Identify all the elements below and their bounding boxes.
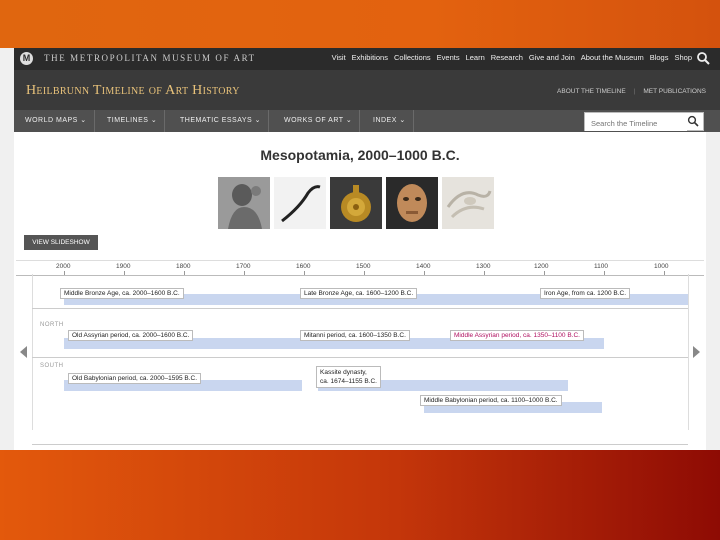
thumbnail-gold-pendant[interactable] xyxy=(330,177,382,229)
period-label-middle-bronze[interactable]: Middle Bronze Age, ca. 2000–1600 B.C. xyxy=(60,288,184,299)
heilbrunn-title[interactable]: Heilbrunn Timeline of Art History xyxy=(26,83,240,99)
tick-label: 1300 xyxy=(476,263,491,270)
thumbnail-winged-relief[interactable] xyxy=(442,177,494,229)
nav-thematic-essays[interactable]: THEMATIC ESSAYS ⌄ xyxy=(173,110,270,132)
met-publications-link[interactable]: MET PUBLICATIONS xyxy=(643,88,706,95)
kassite-line-2: ca. 1674–1155 B.C. xyxy=(320,378,377,385)
tick-label: 1100 xyxy=(594,263,608,270)
timeline: 2000 1900 1800 1700 1600 1500 1400 1300 … xyxy=(16,260,704,430)
region-south: SOUTH xyxy=(40,363,64,369)
tick-mark xyxy=(364,271,365,275)
timeline-previous-arrow[interactable] xyxy=(20,346,27,358)
nav-timelines[interactable]: TIMELINES ⌄ xyxy=(100,110,166,132)
tick-mark xyxy=(124,271,125,275)
tick-label: 1200 xyxy=(534,263,549,270)
met-name[interactable]: THE METROPOLITAN MUSEUM OF ART xyxy=(44,53,256,63)
nav-works-of-art[interactable]: WORKS OF ART ⌄ xyxy=(277,110,361,132)
timeline-ruler: 2000 1900 1800 1700 1600 1500 1400 1300 … xyxy=(16,260,704,276)
row-divider xyxy=(32,357,688,358)
search-icon[interactable] xyxy=(687,115,699,127)
tick-label: 1000 xyxy=(654,263,669,270)
period-label-middle-assyrian[interactable]: Middle Assyrian period, ca. 1350–1100 B.… xyxy=(450,330,584,341)
about-timeline-link[interactable]: ABOUT THE TIMELINE xyxy=(557,88,626,95)
period-label-kassite[interactable]: Kassite dynasty, ca. 1674–1155 B.C. xyxy=(316,366,381,388)
period-label-late-bronze[interactable]: Late Bronze Age, ca. 1600–1200 B.C. xyxy=(300,288,418,299)
met-nav-research[interactable]: Research xyxy=(491,53,523,62)
thumbnail-clay-head[interactable] xyxy=(386,177,438,229)
period-label-iron-age[interactable]: Iron Age, from ca. 1200 B.C. xyxy=(540,288,631,299)
tick-mark xyxy=(664,271,665,275)
slide-background-bottom xyxy=(0,450,720,540)
slide-background-top xyxy=(0,0,720,48)
tick-label: 1900 xyxy=(116,263,131,270)
tick-mark xyxy=(544,271,545,275)
nav-index[interactable]: INDEX ⌄ xyxy=(366,110,414,132)
view-slideshow-button[interactable]: VIEW SLIDESHOW xyxy=(24,235,98,250)
met-nav-exhibitions[interactable]: Exhibitions xyxy=(352,53,388,62)
tick-label: 1400 xyxy=(416,263,431,270)
timeline-search xyxy=(584,112,704,131)
met-nav-visit[interactable]: Visit xyxy=(332,53,346,62)
tick-label: 2000 xyxy=(56,263,71,270)
met-nav-about[interactable]: About the Museum xyxy=(581,53,644,62)
content-footer-divider xyxy=(32,444,688,451)
heilbrunn-header: Heilbrunn Timeline of Art History ABOUT … xyxy=(14,70,720,110)
timeline-left-border xyxy=(32,274,33,430)
page-title: Mesopotamia, 2000–1000 B.C. xyxy=(260,147,460,163)
met-nav-blogs[interactable]: Blogs xyxy=(650,53,669,62)
link-divider: | xyxy=(633,88,636,95)
met-header: M THE METROPOLITAN MUSEUM OF ART Visit E… xyxy=(14,48,720,70)
tick-label: 1600 xyxy=(296,263,311,270)
nav-world-maps[interactable]: WORLD MAPS ⌄ xyxy=(18,110,95,132)
thumbnail-curved-blade[interactable] xyxy=(274,177,326,229)
period-label-old-babylonian[interactable]: Old Babylonian period, ca. 2000–1595 B.C… xyxy=(68,373,202,384)
search-input[interactable] xyxy=(585,116,687,131)
tick-mark xyxy=(64,271,65,275)
tick-mark xyxy=(304,271,305,275)
met-logo[interactable]: M xyxy=(20,52,33,65)
timeline-nav: WORLD MAPS ⌄ TIMELINES ⌄ THEMATIC ESSAYS… xyxy=(14,110,720,132)
timeline-right-border xyxy=(688,274,689,430)
thumbnail-relief-figure[interactable] xyxy=(218,177,270,229)
tick-mark xyxy=(184,271,185,275)
period-label-mitanni[interactable]: Mitanni period, ca. 1600–1350 B.C. xyxy=(300,330,410,341)
timeline-next-arrow[interactable] xyxy=(693,346,700,358)
tick-mark xyxy=(484,271,485,275)
region-north: NORTH xyxy=(40,322,64,328)
artwork-thumbnails xyxy=(218,177,494,229)
search-icon[interactable] xyxy=(696,51,710,65)
page-margin-left xyxy=(0,48,14,450)
tick-mark xyxy=(424,271,425,275)
row-divider xyxy=(32,308,688,309)
period-label-old-assyrian[interactable]: Old Assyrian period, ca. 2000–1600 B.C. xyxy=(68,330,194,341)
kassite-line-1: Kassite dynasty, xyxy=(320,369,367,376)
met-nav: Visit Exhibitions Collections Events Lea… xyxy=(332,53,692,62)
met-nav-shop[interactable]: Shop xyxy=(674,53,692,62)
tick-label: 1700 xyxy=(236,263,251,270)
met-nav-learn[interactable]: Learn xyxy=(466,53,485,62)
met-nav-collections[interactable]: Collections xyxy=(394,53,431,62)
met-nav-give-and-join[interactable]: Give and Join xyxy=(529,53,575,62)
period-label-middle-babylonian[interactable]: Middle Babylonian period, ca. 1100–1000 … xyxy=(420,395,562,406)
tick-label: 1800 xyxy=(176,263,191,270)
tick-mark xyxy=(604,271,605,275)
met-nav-events[interactable]: Events xyxy=(437,53,460,62)
tick-mark xyxy=(244,271,245,275)
tick-label: 1500 xyxy=(356,263,371,270)
heilbrunn-links: ABOUT THE TIMELINE | MET PUBLICATIONS xyxy=(557,88,706,95)
main-content: Mesopotamia, 2000–1000 B.C. VIEW SLIDESH… xyxy=(14,132,706,450)
